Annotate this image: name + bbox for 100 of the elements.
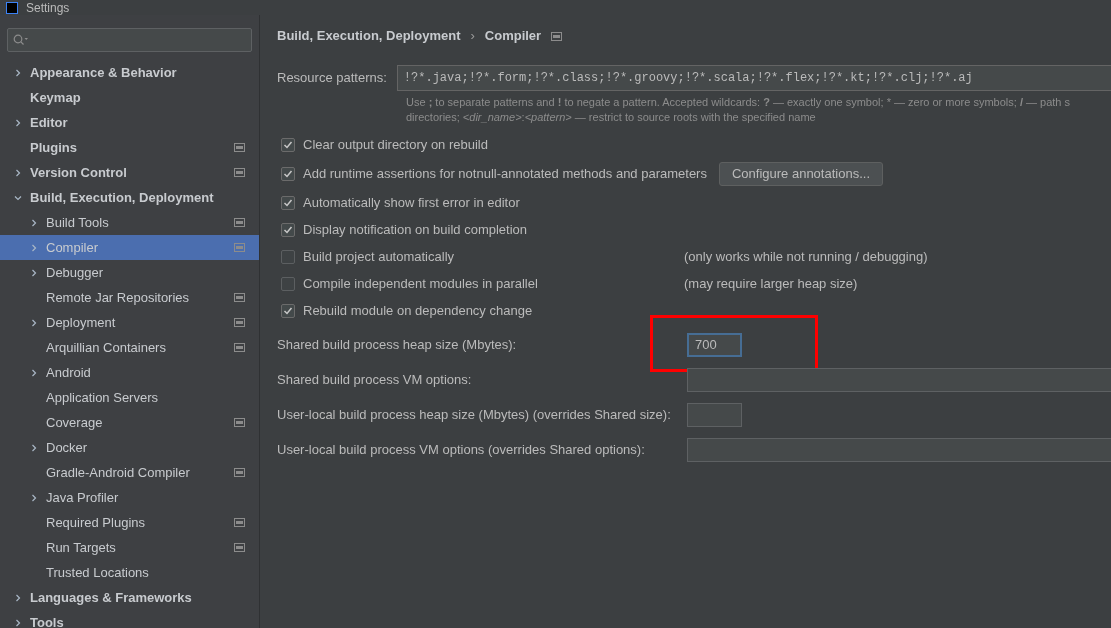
- project-settings-icon: [234, 143, 245, 152]
- chevron-down-icon[interactable]: [14, 193, 22, 202]
- sidebar-item[interactable]: Editor: [0, 110, 259, 135]
- hint-text: directories; <dir_name>:<pattern> — restrict to source roots with the specified name: [406, 110, 817, 125]
- text-field[interactable]: [687, 402, 742, 427]
- checkbox-label: Rebuild module on dependency change: [303, 301, 533, 320]
- sidebar-item[interactable]: Arquillian Containers: [0, 335, 259, 360]
- search-icon: [13, 34, 29, 46]
- chevron-right-icon[interactable]: [14, 68, 22, 77]
- sidebar-item-label: Docker: [46, 438, 88, 457]
- project-settings-icon: [234, 468, 245, 477]
- sidebar-item-label: Editor: [30, 113, 68, 132]
- chevron-right-icon[interactable]: [30, 493, 38, 502]
- text-field[interactable]: [687, 367, 1111, 392]
- project-settings-icon: [234, 243, 245, 252]
- text-field[interactable]: 700: [687, 332, 742, 357]
- sidebar-item[interactable]: Coverage: [0, 410, 259, 435]
- checkbox[interactable]: [281, 137, 295, 152]
- project-settings-icon: [234, 168, 245, 177]
- configure-button[interactable]: Configure annotations...: [718, 161, 883, 186]
- option-note: (may require larger heap size): [684, 274, 858, 293]
- sidebar-item[interactable]: Tools: [0, 610, 259, 628]
- chevron-right-icon[interactable]: [14, 118, 22, 127]
- text-field[interactable]: [687, 437, 1111, 462]
- sidebar-item-label: Build, Execution, Deployment: [30, 188, 214, 207]
- chevron-right-icon[interactable]: [30, 318, 38, 327]
- sidebar-item[interactable]: Run Targets: [0, 535, 259, 560]
- hint-text: Use ; to separate patterns and ! to negate a pattern. Accepted wildcards: ? — exactly one symbol; * — zero or more symbols; / — path s: [406, 95, 1072, 110]
- sidebar-item-label: Trusted Locations: [46, 563, 149, 582]
- sidebar-item[interactable]: Java Profiler: [0, 485, 259, 510]
- sidebar-item-label: Coverage: [46, 413, 103, 432]
- breadcrumb-separator: ›: [470, 27, 475, 46]
- check-icon: [283, 139, 293, 150]
- chevron-right-icon[interactable]: [14, 168, 22, 177]
- sidebar-item-label: Appearance & Behavior: [30, 63, 177, 82]
- checkbox-label: Clear output directory on rebuild: [303, 135, 488, 154]
- sidebar-item-label: Required Plugins: [46, 513, 145, 532]
- project-settings-icon: [551, 31, 563, 41]
- chevron-right-icon[interactable]: [30, 443, 38, 452]
- sidebar-item[interactable]: Keymap: [0, 85, 259, 110]
- chevron-right-icon[interactable]: [30, 368, 38, 377]
- checkbox-label: Add runtime assertions for notnull-annotated methods and parameters: [303, 164, 707, 183]
- sidebar-item[interactable]: Android: [0, 360, 259, 385]
- app-logo-icon: [6, 1, 18, 14]
- check-icon: [283, 168, 293, 179]
- project-settings-icon: [234, 518, 245, 527]
- field-label: Shared build process VM options:: [277, 370, 473, 389]
- checkbox[interactable]: [281, 276, 295, 291]
- sidebar-item-label: Gradle-Android Compiler: [46, 463, 190, 482]
- sidebar-item[interactable]: Version Control: [0, 160, 259, 185]
- sidebar-item-label: Application Servers: [46, 388, 158, 407]
- sidebar-item-label: Compiler: [46, 238, 98, 257]
- sidebar-item[interactable]: Required Plugins: [0, 510, 259, 535]
- sidebar-item[interactable]: Plugins: [0, 135, 259, 160]
- field-label: User-local build process VM options (overrides Shared options):: [277, 440, 646, 459]
- project-settings-icon: [234, 543, 245, 552]
- window-title: Settings: [26, 0, 70, 15]
- sidebar-item[interactable]: Appearance & Behavior: [0, 60, 259, 85]
- project-settings-icon: [234, 318, 245, 327]
- project-settings-icon: [234, 418, 245, 427]
- sidebar-item[interactable]: Remote Jar Repositories: [0, 285, 259, 310]
- sidebar-item-label: Plugins: [30, 138, 77, 157]
- sidebar-item[interactable]: Trusted Locations: [0, 560, 259, 585]
- sidebar-item-label: Languages & Frameworks: [30, 588, 192, 607]
- sidebar-item-label: Version Control: [30, 163, 127, 182]
- resource-patterns-field[interactable]: !?*.java;!?*.form;!?*.class;!?*.groovy;!?*.scala;!?*.flex;!?*.kt;!?*.clj;!?*.aj: [396, 65, 1111, 91]
- chevron-right-icon[interactable]: [14, 618, 22, 627]
- sidebar-item-label: Android: [46, 363, 91, 382]
- option-note: (only works while not running / debugging): [684, 247, 928, 266]
- sidebar-item[interactable]: Docker: [0, 435, 259, 460]
- sidebar-item-label: Tools: [30, 613, 64, 628]
- field-label: User-local build process heap size (Mbytes) (overrides Shared size):: [277, 405, 672, 424]
- sidebar-item-label: Deployment: [46, 313, 116, 332]
- sidebar-item[interactable]: Gradle-Android Compiler: [0, 460, 259, 485]
- chevron-right-icon[interactable]: [30, 268, 38, 277]
- breadcrumb-item: Build, Execution, Deployment: [277, 27, 461, 46]
- chevron-right-icon[interactable]: [14, 593, 22, 602]
- sidebar-item-label: Run Targets: [46, 538, 116, 557]
- check-icon: [283, 305, 293, 316]
- chevron-right-icon[interactable]: [30, 243, 38, 252]
- breadcrumb-item: Compiler: [484, 27, 542, 46]
- sidebar-item[interactable]: Build, Execution, Deployment: [0, 185, 259, 210]
- search-field[interactable]: [7, 28, 252, 52]
- project-settings-icon: [234, 218, 245, 227]
- checkbox[interactable]: [281, 222, 295, 237]
- sidebar-item[interactable]: Debugger: [0, 260, 259, 285]
- checkbox[interactable]: [281, 303, 295, 318]
- field-label: Resource patterns:: [277, 69, 387, 88]
- checkbox[interactable]: [281, 195, 295, 210]
- sidebar-item[interactable]: Deployment: [0, 310, 259, 335]
- sidebar-item[interactable]: Languages & Frameworks: [0, 585, 259, 610]
- project-settings-icon: [234, 293, 245, 302]
- checkbox-label: Automatically show first error in editor: [303, 193, 520, 212]
- checkbox[interactable]: [281, 166, 295, 181]
- chevron-right-icon[interactable]: [30, 218, 38, 227]
- sidebar-item[interactable]: Application Servers: [0, 385, 259, 410]
- check-icon: [283, 224, 293, 235]
- checkbox[interactable]: [281, 249, 295, 264]
- field-label: Shared build process heap size (Mbytes):: [277, 335, 518, 354]
- sidebar-item[interactable]: Build Tools: [0, 210, 259, 235]
